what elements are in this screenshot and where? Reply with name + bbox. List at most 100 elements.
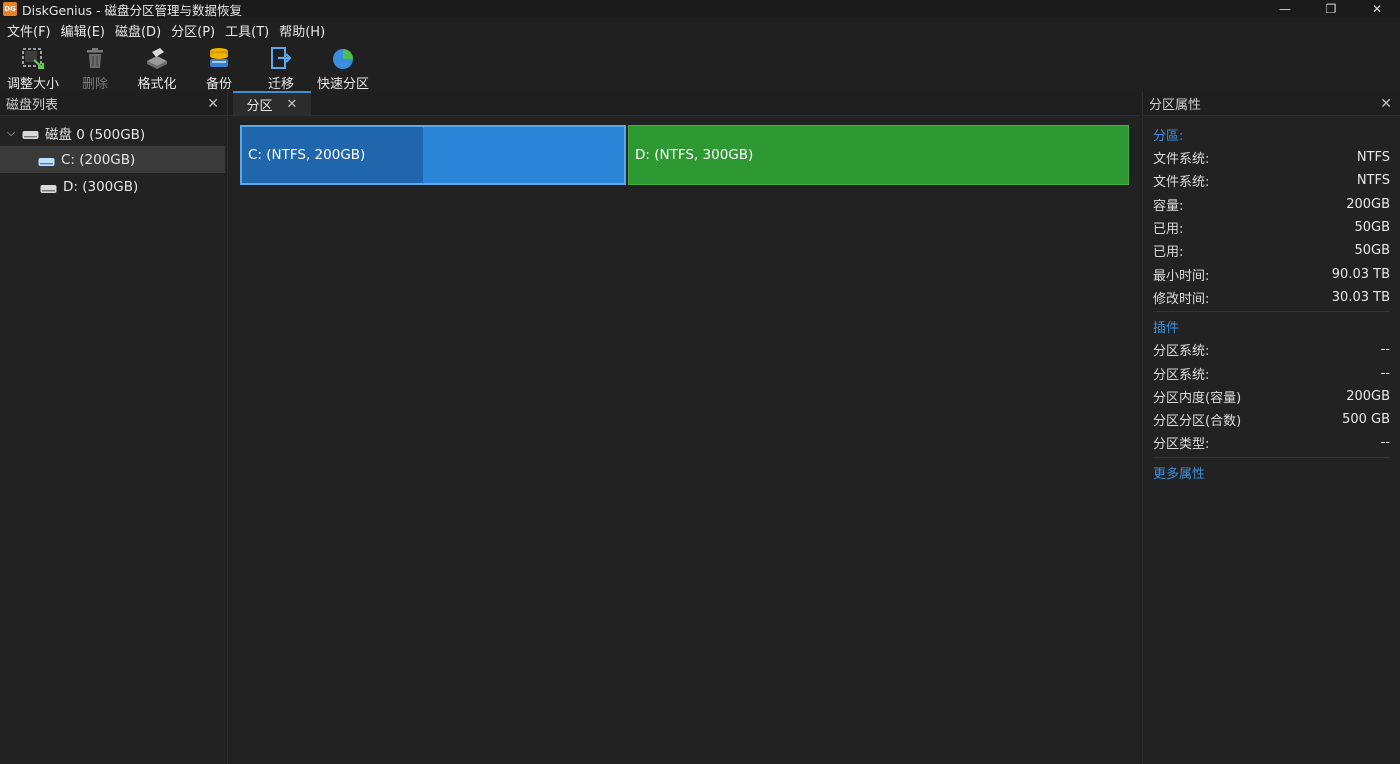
delete-label: 删除	[81, 77, 108, 92]
tree-item-partition-d[interactable]: D: (300GB)	[0, 173, 227, 200]
partition-c-block-label: C: (NTFS, 200GB)	[248, 147, 366, 163]
prop-key: 分区内度(容量)	[1153, 390, 1242, 406]
trash-icon	[82, 45, 108, 71]
properties-header: 分区属性 ✕	[1143, 92, 1400, 116]
prop-row: 分区系统: --	[1153, 361, 1390, 384]
prop-row: 修改时间: 30.03 TB	[1153, 286, 1390, 309]
prop-row: 容量: 200GB	[1153, 193, 1390, 216]
prop-value: NTFS	[1356, 173, 1390, 189]
minimize-button[interactable]: —	[1262, 0, 1308, 18]
prop-key: 修改时间:	[1153, 291, 1210, 307]
prop-row: 分区分区(合数) 500 GB	[1153, 408, 1390, 431]
toolbar: 调整大小 删除 格式化 备份 迁移 快速分区	[0, 42, 1400, 92]
window-title: DiskGenius - 磁盘分区管理与数据恢复	[22, 2, 243, 18]
quick-partition-button[interactable]: 快速分区	[312, 42, 374, 92]
partition-view: 分区 ✕ C: (NTFS, 200GB) D: (NTFS, 300GB)	[229, 91, 1140, 764]
disk-list-header: 磁盘列表 ✕	[0, 92, 227, 116]
partition-c-label: C: (200GB)	[61, 151, 136, 168]
menu-disk[interactable]: 磁盘(D)	[110, 21, 166, 40]
prop-key: 最小时间:	[1153, 268, 1210, 284]
partition-map: C: (NTFS, 200GB) D: (NTFS, 300GB)	[240, 125, 1129, 185]
prop-value: --	[1380, 365, 1390, 381]
resize-button[interactable]: 调整大小	[2, 42, 64, 92]
migrate-label: 迁移	[267, 77, 294, 92]
quick-partition-label: 快速分区	[316, 77, 369, 92]
prop-row: 分区内度(容量) 200GB	[1153, 385, 1390, 408]
prop-row: 已用: 50GB	[1153, 239, 1390, 262]
partition-d-block-label: D: (NTFS, 300GB)	[635, 147, 754, 163]
properties-panel: 分区属性 ✕ 分區: 文件系统: NTFS 文件系统: NTFS 容量: 200GB …	[1142, 92, 1400, 764]
tree-item-disk-0[interactable]: ⌵ 磁盘 0 (500GB)	[0, 119, 227, 146]
prop-value: 50GB	[1354, 220, 1390, 236]
prop-value: --	[1380, 435, 1390, 451]
window-controls: — ❐ ✕	[1262, 0, 1400, 18]
prop-value: --	[1380, 342, 1390, 358]
chevron-down-icon[interactable]: ⌵	[5, 126, 17, 140]
prop-value: 50GB	[1354, 243, 1390, 259]
prop-value: 200GB	[1346, 196, 1390, 212]
format-button[interactable]: 格式化	[126, 42, 188, 92]
hard-disk-icon	[22, 128, 39, 139]
section-plugin-title: 插件	[1153, 320, 1180, 336]
partition-block-d[interactable]: D: (NTFS, 300GB)	[628, 125, 1129, 185]
menu-bar: 文件(F) 编辑(E) 磁盘(D) 分区(P) 工具(T) 帮助(H)	[0, 18, 1400, 42]
resize-icon	[20, 45, 46, 71]
menu-help[interactable]: 帮助(H)	[274, 21, 330, 40]
prop-key: 已用:	[1153, 245, 1184, 261]
tree-item-partition-c[interactable]: C: (200GB)	[0, 146, 225, 173]
tab-close-icon[interactable]: ✕	[287, 97, 298, 112]
prop-value: NTFS	[1356, 150, 1390, 166]
menu-partition[interactable]: 分区(P)	[166, 21, 220, 40]
prop-key: 文件系统:	[1153, 175, 1210, 191]
menu-tools[interactable]: 工具(T)	[220, 21, 274, 40]
prop-row: 分区类型: --	[1153, 431, 1390, 454]
prop-key: 已用:	[1153, 222, 1184, 238]
prop-key: 分区系统:	[1153, 367, 1210, 383]
section-partition-title: 分區:	[1153, 128, 1184, 144]
properties-title: 分区属性	[1149, 98, 1202, 113]
prop-row: 最小时间: 90.03 TB	[1153, 262, 1390, 285]
prop-value: 500 GB	[1342, 412, 1390, 428]
prop-value: 90.03 TB	[1331, 266, 1390, 282]
divider	[1153, 456, 1390, 458]
migrate-button[interactable]: 迁移	[250, 42, 312, 92]
delete-button[interactable]: 删除	[64, 42, 126, 92]
backup-icon	[206, 45, 232, 71]
partition-c-icon	[38, 155, 55, 166]
prop-key: 分区类型:	[1153, 437, 1210, 453]
close-icon[interactable]: ✕	[207, 96, 219, 112]
restore-button[interactable]: ❐	[1308, 0, 1354, 18]
disk-0-label: 磁盘 0 (500GB)	[45, 126, 146, 143]
backup-label: 备份	[205, 77, 232, 92]
prop-key: 分区分区(合数)	[1153, 414, 1242, 430]
app-logo-icon: DG	[3, 2, 17, 16]
prop-value: 30.03 TB	[1331, 289, 1390, 305]
pie-chart-icon	[330, 45, 356, 71]
menu-file[interactable]: 文件(F)	[2, 21, 56, 40]
prop-row: 已用: 50GB	[1153, 216, 1390, 239]
tab-partition[interactable]: 分区 ✕	[233, 91, 311, 115]
close-icon[interactable]: ✕	[1380, 96, 1392, 112]
more-properties-link[interactable]: 更多属性	[1153, 460, 1390, 486]
tab-strip: 分区 ✕	[229, 91, 1140, 116]
tab-partition-label: 分区	[246, 98, 273, 114]
close-window-button[interactable]: ✕	[1354, 0, 1400, 18]
partition-block-c[interactable]: C: (NTFS, 200GB)	[240, 125, 626, 185]
properties-body: 分區: 文件系统: NTFS 文件系统: NTFS 容量: 200GB 已用: 50GB…	[1143, 122, 1400, 486]
menu-edit[interactable]: 编辑(E)	[56, 21, 110, 40]
backup-button[interactable]: 备份	[188, 42, 250, 92]
divider	[1153, 311, 1390, 313]
prop-row: 文件系统: NTFS	[1153, 169, 1390, 192]
prop-row: 文件系统: NTFS	[1153, 146, 1390, 169]
partition-d-icon	[40, 182, 57, 193]
format-label: 格式化	[137, 77, 177, 92]
partition-d-label: D: (300GB)	[63, 178, 139, 195]
disk-tree: ⌵ 磁盘 0 (500GB) C: (200GB) D: (300GB)	[0, 116, 227, 200]
prop-row: 分区系统: --	[1153, 338, 1390, 361]
disk-list-title: 磁盘列表	[6, 98, 59, 113]
title-bar: DG DiskGenius - 磁盘分区管理与数据恢复 — ❐ ✕	[0, 0, 1400, 18]
migrate-icon	[268, 45, 294, 71]
resize-label: 调整大小	[6, 77, 59, 92]
prop-key: 容量:	[1153, 198, 1184, 214]
disk-list-panel: 磁盘列表 ✕ ⌵ 磁盘 0 (500GB) C: (200GB) D: (300…	[0, 92, 228, 764]
